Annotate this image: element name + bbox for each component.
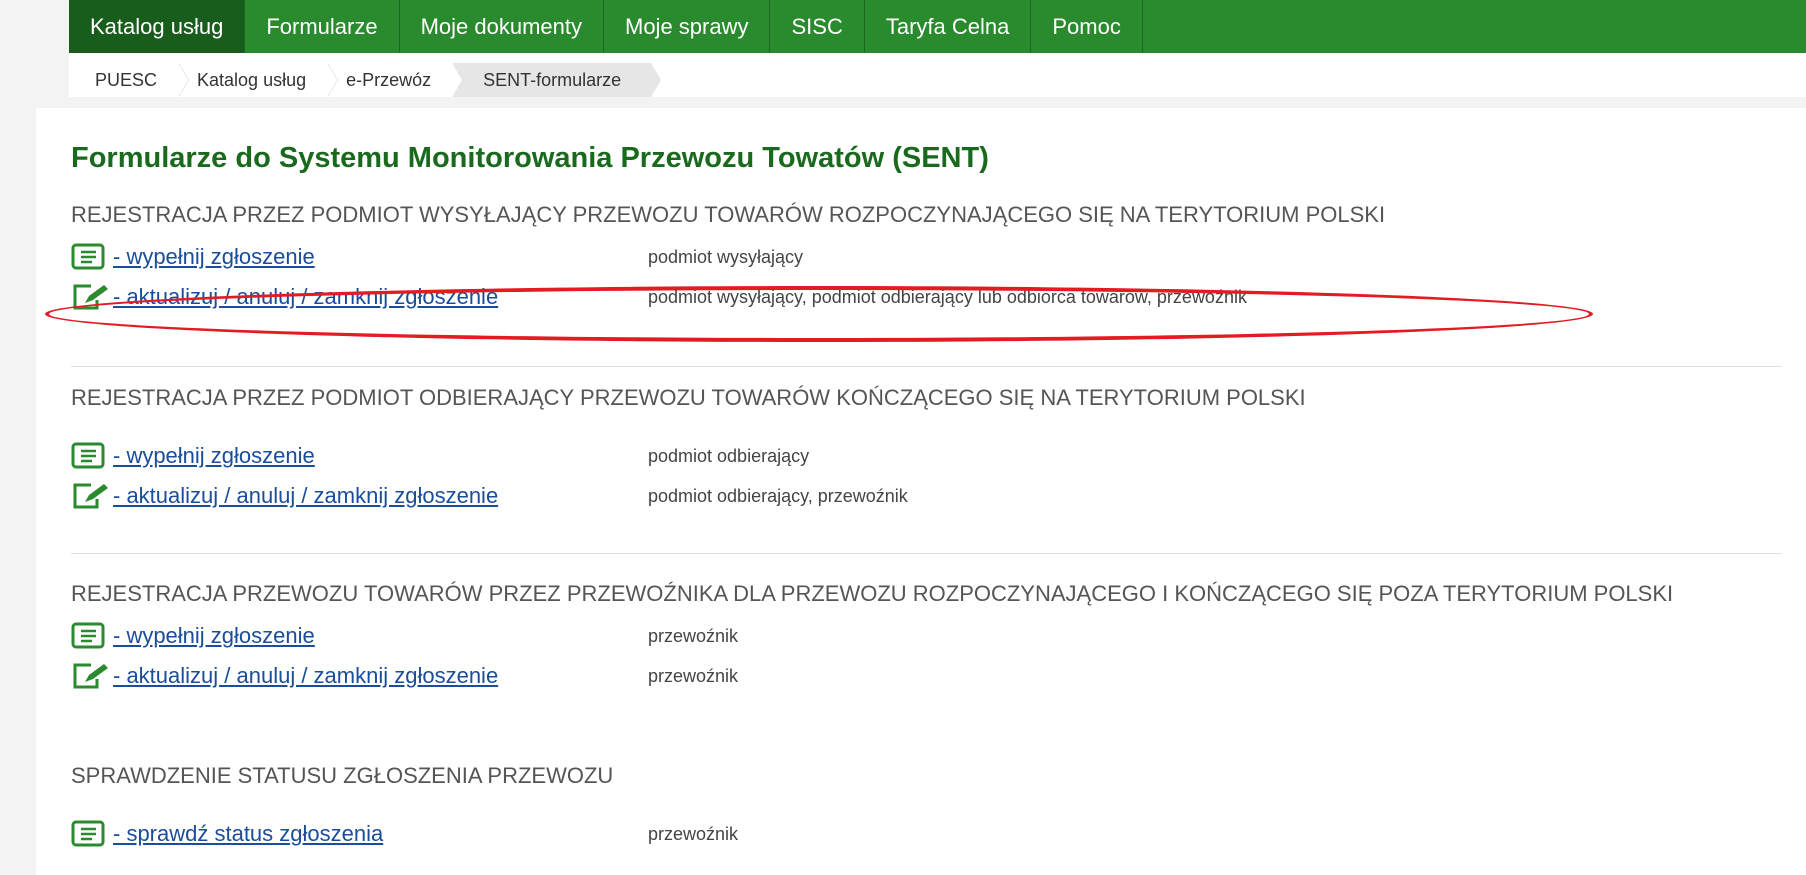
update-form-link[interactable]: - aktualizuj / anuluj / zamknij zgłoszen… (113, 483, 648, 509)
form-icon (71, 819, 113, 849)
role-text: podmiot odbierający (648, 445, 810, 466)
list-item: - aktualizuj / anuluj / zamknij zgłoszen… (71, 476, 1782, 516)
section-sender-registration: REJESTRACJA PRZEZ PODMIOT WYSYŁAJĄCY PRZ… (71, 200, 1782, 317)
tab-taryfa-celna[interactable]: Taryfa Celna (865, 0, 1032, 53)
form-icon (71, 441, 113, 471)
list-item: - wypełnij zgłoszenie przewoźnik (71, 616, 1782, 656)
section-heading: REJESTRACJA PRZEZ PODMIOT WYSYŁAJĄCY PRZ… (71, 202, 1386, 227)
breadcrumb-item-current: SENT-formularze (453, 63, 662, 97)
fill-form-link[interactable]: - wypełnij zgłoszenie (113, 244, 648, 270)
role-text: przewoźnik (648, 823, 739, 844)
section-status-check: SPRAWDZENIE STATUSU ZGŁOSZENIA PRZEWOZU … (71, 761, 1782, 854)
divider (71, 553, 1782, 554)
list-item: - aktualizuj / anuluj / zamknij zgłoszen… (71, 277, 1782, 317)
update-form-link[interactable]: - aktualizuj / anuluj / zamknij zgłoszen… (113, 663, 648, 689)
breadcrumb-bar: PUESC Katalog usług e-Przewóz SENT-formu… (69, 53, 1806, 97)
role-text: podmiot odbierający, przewoźnik (648, 485, 908, 506)
update-form-link[interactable]: - aktualizuj / anuluj / zamknij zgłoszen… (113, 284, 648, 310)
section-heading: REJESTRACJA PRZEZ PODMIOT ODBIERAJĄCY PR… (71, 385, 1306, 410)
tab-pomoc[interactable]: Pomoc (1031, 0, 1143, 53)
top-navigation: Katalog usług Formularze Moje dokumenty … (69, 0, 1806, 53)
page-title: Formularze do Systemu Monitorowania Prze… (71, 142, 989, 174)
role-text: przewoźnik (648, 625, 739, 646)
section-heading: REJESTRACJA PRZEWOZU TOWARÓW PRZEZ PRZEW… (71, 581, 1674, 606)
breadcrumb-item-puesc[interactable]: PUESC (77, 63, 190, 97)
tab-sisc[interactable]: SISC (770, 0, 865, 53)
edit-form-icon (71, 481, 113, 511)
breadcrumb: PUESC Katalog usług e-Przewóz SENT-formu… (69, 63, 1806, 97)
breadcrumb-item-katalog-uslug[interactable]: Katalog usług (179, 63, 339, 97)
list-item: - wypełnij zgłoszenie podmiot wysyłający (71, 237, 1782, 277)
divider (71, 366, 1782, 367)
breadcrumb-item-e-przewoz[interactable]: e-Przewóz (328, 63, 464, 97)
section-receiver-registration: REJESTRACJA PRZEZ PODMIOT ODBIERAJĄCY PR… (71, 383, 1782, 516)
fill-form-link[interactable]: - wypełnij zgłoszenie (113, 623, 648, 649)
role-text: przewoźnik (648, 665, 739, 686)
list-item: - wypełnij zgłoszenie podmiot odbierając… (71, 436, 1782, 476)
tab-moje-sprawy[interactable]: Moje sprawy (604, 0, 771, 53)
tab-formularze[interactable]: Formularze (245, 0, 400, 53)
list-item: - aktualizuj / anuluj / zamknij zgłoszen… (71, 656, 1782, 696)
form-icon (71, 242, 113, 272)
section-carrier-registration: REJESTRACJA PRZEWOZU TOWARÓW PRZEZ PRZEW… (71, 579, 1782, 696)
edit-form-icon (71, 661, 113, 691)
check-status-link[interactable]: - sprawdź status zgłoszenia (113, 821, 648, 847)
section-heading: SPRAWDZENIE STATUSU ZGŁOSZENIA PRZEWOZU (71, 763, 614, 788)
tab-moje-dokumenty[interactable]: Moje dokumenty (400, 0, 604, 53)
edit-form-icon (71, 282, 113, 312)
list-item: - sprawdź status zgłoszenia przewoźnik (71, 814, 1782, 854)
form-icon (71, 621, 113, 651)
role-text: podmiot wysyłający (648, 246, 804, 267)
fill-form-link[interactable]: - wypełnij zgłoszenie (113, 443, 648, 469)
content-panel: Formularze do Systemu Monitorowania Prze… (36, 108, 1806, 875)
role-text: podmiot wysyłający, podmiot odbierający … (648, 286, 1247, 307)
tab-katalog-uslug[interactable]: Katalog usług (69, 0, 246, 53)
